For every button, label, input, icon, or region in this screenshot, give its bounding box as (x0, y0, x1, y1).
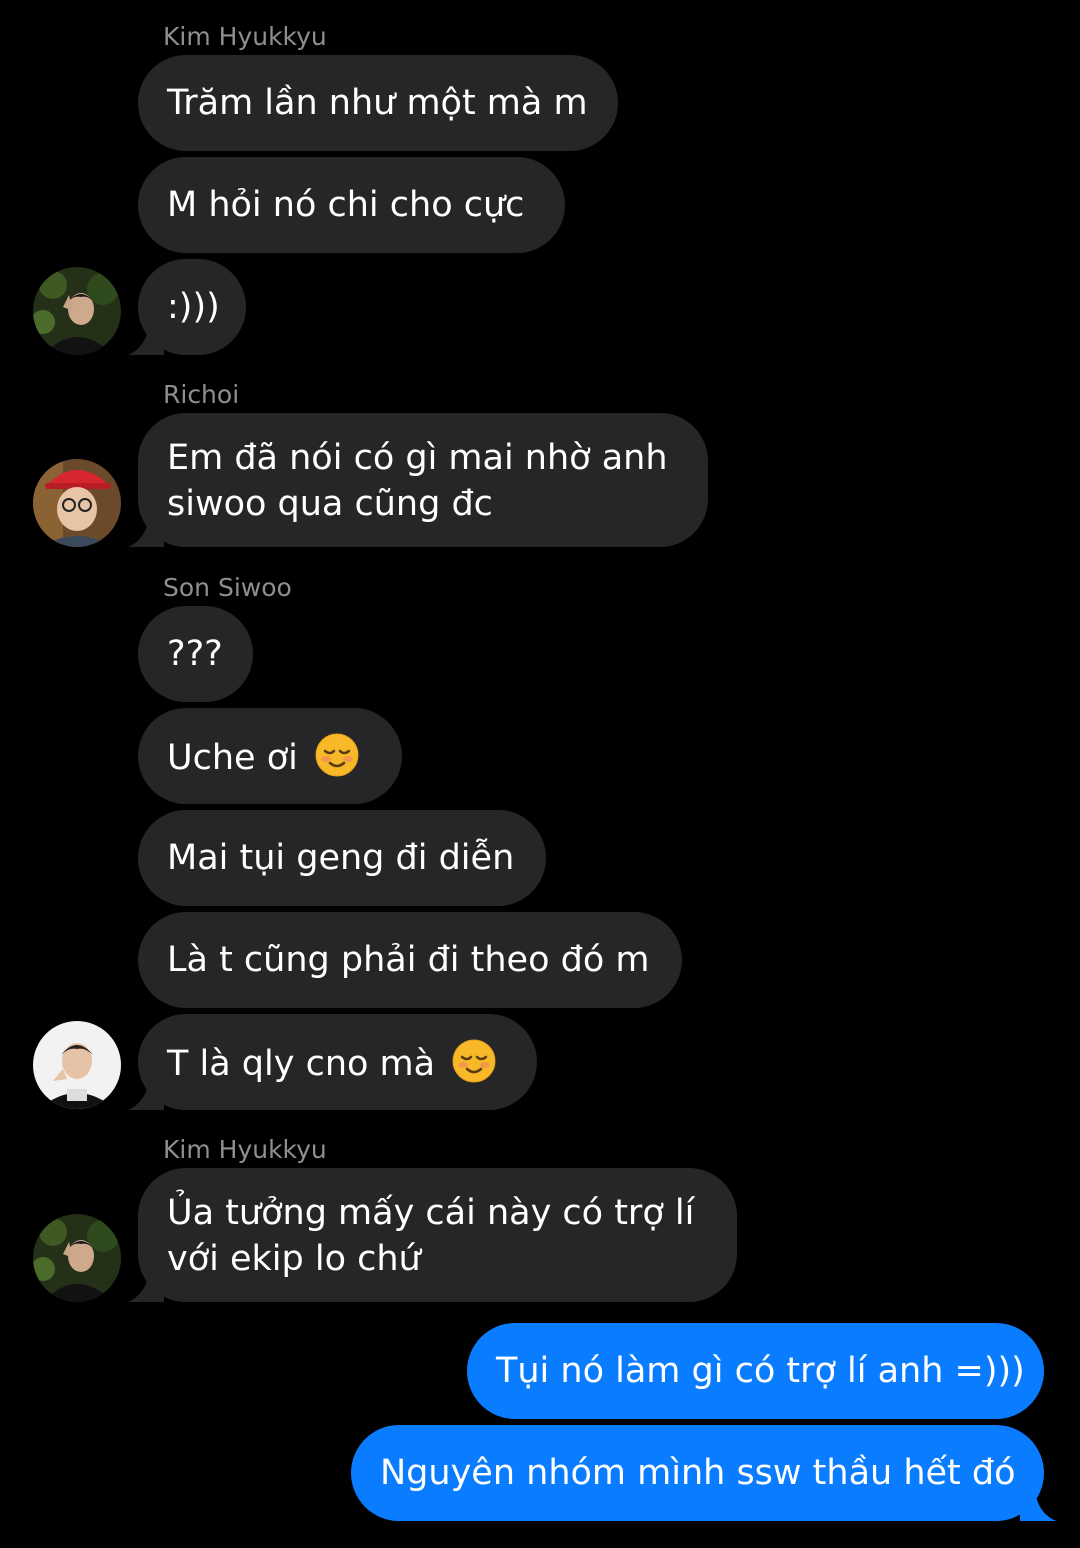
message-text: Mai tụi geng đi diễn (167, 838, 515, 878)
smiling-face-icon (452, 1039, 496, 1083)
incoming-message[interactable]: M hỏi nó chi cho cực (138, 157, 565, 253)
incoming-message[interactable]: Mai tụi geng đi diễn (138, 810, 546, 906)
outgoing-message[interactable]: Tụi nó làm gì có trợ lí anh =))) (467, 1323, 1044, 1419)
smiling-face-icon (315, 733, 359, 777)
sender-name: Kim Hyukkyu (163, 1135, 327, 1164)
message-text: Tụi nó làm gì có trợ lí anh =))) (496, 1351, 1025, 1391)
avatar[interactable] (33, 1021, 121, 1109)
sender-name: Richoi (163, 380, 240, 409)
message-text: M hỏi nó chi cho cực (167, 185, 525, 225)
message-text: Trăm lần như một mà m (167, 83, 588, 123)
incoming-message[interactable]: T là qly cno mà (138, 1014, 537, 1110)
message-text-line: Ủa tưởng mấy cái này có trợ lí (167, 1193, 695, 1233)
message-text: Nguyên nhóm mình ssw thầu hết đó (380, 1453, 1016, 1493)
outgoing-message[interactable]: Nguyên nhóm mình ssw thầu hết đó (351, 1425, 1044, 1521)
message-text-line: Em đã nói có gì mai nhờ anh (167, 438, 668, 478)
bubble-tail (128, 512, 164, 547)
message-text: :))) (167, 287, 220, 327)
message-text: Là t cũng phải đi theo đó m (167, 940, 650, 980)
avatar[interactable] (33, 459, 121, 547)
message-text: T là qly cno mà (167, 1044, 436, 1084)
incoming-message[interactable]: Là t cũng phải đi theo đó m (138, 912, 682, 1008)
incoming-message[interactable]: Em đã nói có gì mai nhờ anh siwoo qua cũ… (138, 413, 708, 547)
avatar[interactable] (33, 267, 121, 355)
sender-name: Kim Hyukkyu (163, 22, 327, 51)
incoming-message[interactable]: Uche ơi (138, 708, 402, 804)
bubble-tail (128, 320, 164, 355)
incoming-message[interactable]: Ủa tưởng mấy cái này có trợ lí với ekip … (138, 1168, 737, 1302)
incoming-message[interactable]: ??? (138, 606, 253, 702)
message-text: ??? (167, 634, 223, 674)
avatar[interactable] (33, 1214, 121, 1302)
bubble-tail (128, 1075, 164, 1110)
bubble-tail (128, 1267, 164, 1302)
message-text-line: với ekip lo chứ (167, 1239, 421, 1279)
bubble-tail (1020, 1486, 1056, 1521)
message-text-line: siwoo qua cũng đc (167, 484, 493, 524)
sender-name: Son Siwoo (163, 573, 292, 602)
incoming-message[interactable]: Trăm lần như một mà m (138, 55, 618, 151)
message-text: Uche ơi (167, 738, 298, 778)
